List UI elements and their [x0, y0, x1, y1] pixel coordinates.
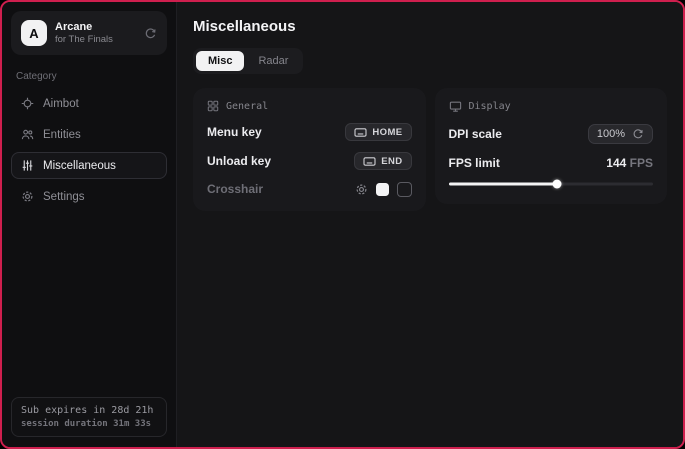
app-logo: A: [21, 20, 47, 46]
general-card-title: General: [226, 101, 268, 112]
sidebar-item-settings[interactable]: Settings: [11, 183, 167, 210]
crosshair-color-swatch[interactable]: [376, 183, 389, 196]
crosshair-icon: [21, 97, 34, 110]
app-meta: Arcane for The Finals: [55, 21, 136, 45]
menu-key-row: Menu key HOME: [207, 123, 412, 141]
refresh-icon[interactable]: [144, 27, 157, 40]
app-header-card: A Arcane for The Finals: [11, 11, 167, 55]
sidebar-item-label: Entities: [43, 129, 81, 141]
menu-keybind-button[interactable]: HOME: [345, 123, 411, 141]
app-subtitle: for The Finals: [55, 34, 136, 45]
dpi-scale-row: DPI scale 100%: [449, 124, 654, 144]
dpi-scale-value: 100%: [597, 128, 625, 140]
session-duration-text: session duration 31m 33s: [21, 419, 157, 429]
sidebar-item-entities[interactable]: Entities: [11, 121, 167, 148]
crosshair-controls: [355, 182, 412, 197]
category-label: Category: [16, 71, 162, 82]
display-card-title: Display: [469, 101, 511, 112]
unload-key-label: Unload key: [207, 154, 271, 168]
unload-keybind-button[interactable]: END: [354, 152, 411, 170]
monitor-icon: [449, 100, 462, 113]
general-card-header: General: [207, 100, 412, 112]
reset-icon[interactable]: [632, 128, 644, 140]
tabbar: Misc Radar: [193, 48, 303, 74]
fps-limit-unit: FPS: [630, 156, 653, 170]
app-window: A Arcane for The Finals Category: [0, 0, 685, 449]
fps-limit-label: FPS limit: [449, 156, 500, 170]
menu-keybind-value: HOME: [372, 127, 402, 138]
gear-icon: [21, 190, 34, 203]
screen: A Arcane for The Finals Category: [0, 0, 685, 449]
tab-misc[interactable]: Misc: [196, 51, 244, 71]
crosshair-toggle-checkbox[interactable]: [397, 182, 412, 197]
keyboard-icon: [354, 127, 367, 138]
users-icon: [21, 128, 34, 141]
display-card-header: Display: [449, 100, 654, 113]
sliders-icon: [21, 159, 34, 172]
sidebar: A Arcane for The Finals Category: [2, 2, 177, 447]
unload-keybind-value: END: [381, 156, 402, 167]
fps-limit-number: 144: [606, 156, 626, 170]
sidebar-item-label: Miscellaneous: [43, 160, 116, 172]
sidebar-item-label: Settings: [43, 191, 85, 203]
fps-limit-row: FPS limit 144 FPS: [449, 155, 654, 171]
grid-icon: [207, 100, 219, 112]
fps-slider-fill: [449, 183, 557, 186]
menu-key-label: Menu key: [207, 125, 262, 139]
dpi-scale-control[interactable]: 100%: [588, 124, 653, 144]
page-title: Miscellaneous: [193, 18, 667, 35]
sidebar-nav: Aimbot Entities: [11, 90, 167, 210]
gear-icon[interactable]: [355, 183, 368, 196]
crosshair-label: Crosshair: [207, 182, 263, 196]
general-card: General Menu key HOME: [193, 88, 426, 211]
fps-slider-thumb[interactable]: [552, 180, 561, 189]
main-content: Miscellaneous Misc Radar: [177, 2, 683, 447]
unload-key-row: Unload key END: [207, 152, 412, 170]
subscription-info-card: Sub expires in 28d 21h session duration …: [11, 397, 167, 437]
sub-expiry-text: Sub expires in 28d 21h: [21, 405, 157, 416]
sidebar-item-label: Aimbot: [43, 98, 79, 110]
tab-radar[interactable]: Radar: [246, 51, 300, 71]
fps-limit-slider[interactable]: [449, 178, 654, 190]
fps-limit-value: 144 FPS: [606, 156, 653, 170]
keyboard-icon: [363, 156, 376, 167]
sidebar-item-aimbot[interactable]: Aimbot: [11, 90, 167, 117]
crosshair-row: Crosshair: [207, 181, 412, 197]
app-name: Arcane: [55, 21, 136, 33]
cards-row: General Menu key HOME: [193, 88, 667, 211]
display-card: Display DPI scale 100%: [435, 88, 668, 204]
sidebar-item-miscellaneous[interactable]: Miscellaneous: [11, 152, 167, 179]
dpi-scale-label: DPI scale: [449, 127, 502, 141]
